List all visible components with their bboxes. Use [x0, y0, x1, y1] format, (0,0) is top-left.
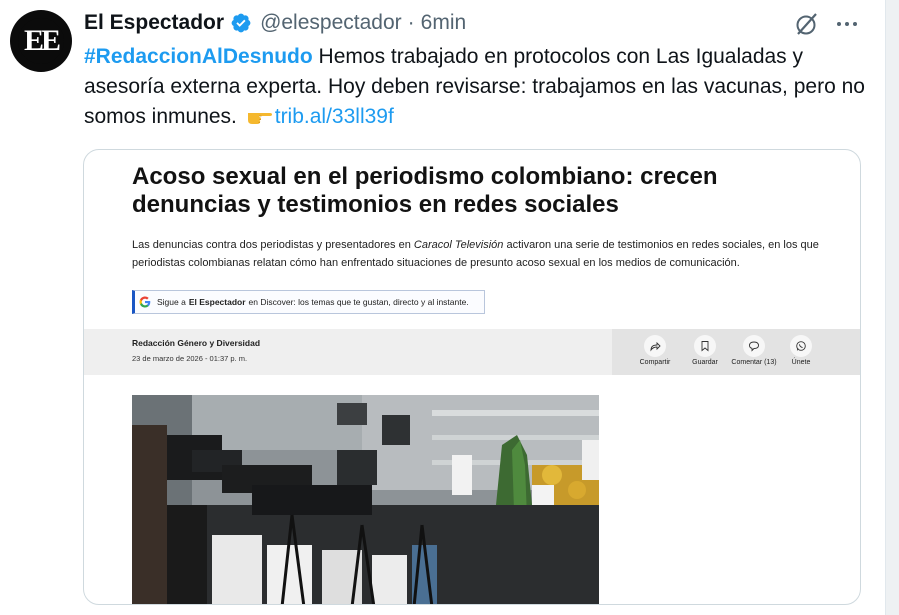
grok-icon[interactable] [793, 10, 821, 38]
whatsapp-icon [796, 341, 806, 351]
timestamp[interactable]: 6min [421, 11, 467, 35]
avatar[interactable]: EE [10, 10, 72, 72]
discover-prefix: Sigue a [157, 297, 186, 307]
google-icon [139, 296, 151, 308]
lead-text-1: Las denuncias contra dos periodistas y p… [132, 239, 414, 251]
lead-italic: Caracol Televisión [413, 239, 504, 251]
more-options-icon[interactable] [833, 10, 861, 38]
link-preview-card[interactable]: Acoso sexual en el periodismo colombiano… [83, 149, 861, 605]
article-date: 23 de marzo de 2026 - 01:37 p. m. [132, 354, 248, 363]
pointing-hand-emoji-icon [247, 113, 272, 124]
avatar-logo-text: EE [23, 24, 61, 57]
discover-banner[interactable]: Sigue a El Espectador en Discover: los t… [132, 290, 485, 314]
whatsapp-label: Únete [791, 359, 811, 366]
handle[interactable]: @elespectador [260, 11, 402, 35]
timeline-divider [885, 0, 899, 615]
verified-badge-icon [231, 13, 251, 33]
tweet[interactable]: EE El Espectador @elespectador · 6min #R… [0, 0, 885, 615]
article-photo[interactable] [132, 395, 599, 605]
bookmark-icon [701, 341, 709, 352]
share-label: Compartir [639, 359, 671, 366]
whatsapp-action[interactable]: Únete [771, 335, 831, 366]
tweet-header: El Espectador @elespectador · 6min [84, 8, 466, 38]
comment-icon [749, 341, 759, 352]
discover-brand: El Espectador [188, 297, 246, 307]
tweet-text: #RedaccionAlDesnudo Hemos trabajado en p… [84, 42, 874, 132]
save-label: Guardar [692, 359, 718, 366]
share-icon [650, 341, 661, 352]
article-title: Acoso sexual en el periodismo colombiano… [132, 163, 718, 218]
article-lead: Las denuncias contra dos periodistas y p… [132, 236, 832, 272]
discover-suffix: en Discover: los temas que te gustan, di… [248, 297, 469, 307]
separator-dot: · [407, 11, 415, 34]
comment-label: Comentar (13) [731, 359, 777, 366]
el-espectador-logo: EE [18, 18, 64, 64]
display-name[interactable]: El Espectador [84, 11, 224, 35]
article-link[interactable]: trib.al/33ll39f [275, 105, 394, 128]
hashtag-link[interactable]: #RedaccionAlDesnudo [84, 45, 313, 68]
article-author: Redacción Género y Diversidad [132, 338, 261, 348]
